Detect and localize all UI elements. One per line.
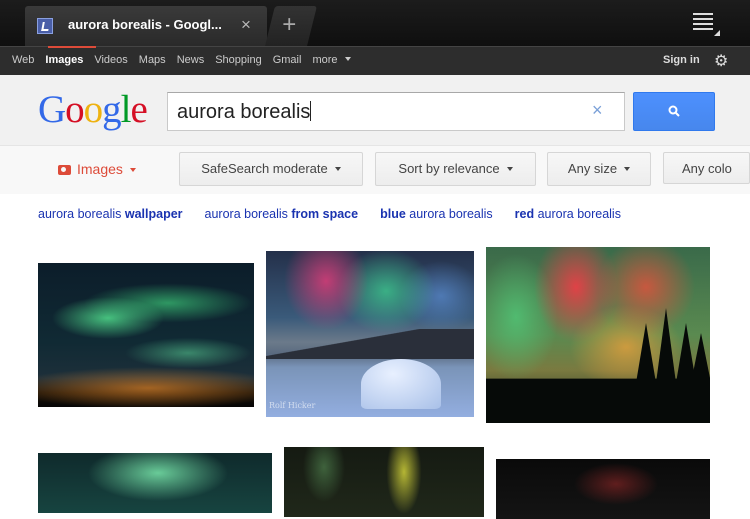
chevron-down-icon xyxy=(506,167,513,171)
gbar-link-web[interactable]: Web xyxy=(12,54,34,66)
chevron-down-icon xyxy=(334,167,341,171)
browser-menu-icon[interactable] xyxy=(693,13,713,30)
image-result-thumbnail[interactable] xyxy=(38,263,254,407)
igloo-shape xyxy=(361,359,441,409)
search-query-text: aurora borealis xyxy=(177,101,311,123)
google-logo[interactable]: Google xyxy=(38,87,148,132)
search-button[interactable] xyxy=(633,92,715,131)
browser-tab-strip: aurora borealis - Googl... × + xyxy=(0,0,750,46)
search-input[interactable]: aurora borealis × xyxy=(167,92,625,131)
new-tab-button[interactable]: + xyxy=(265,6,317,46)
image-result-thumbnail[interactable] xyxy=(284,447,484,517)
safesearch-dropdown[interactable]: SafeSearch moderate xyxy=(179,152,363,186)
mountain-silhouette xyxy=(266,329,474,359)
search-tools-bar: Images SafeSearch moderate Sort by relev… xyxy=(0,146,750,194)
browser-tab[interactable]: aurora borealis - Googl... × xyxy=(25,6,267,46)
gbar-link-images[interactable]: Images xyxy=(45,54,83,66)
gbar-link-more[interactable]: more xyxy=(312,54,351,66)
gbar-link-maps[interactable]: Maps xyxy=(139,54,166,66)
camera-icon xyxy=(58,165,71,175)
plus-icon: + xyxy=(282,11,297,38)
chevron-down-icon xyxy=(129,168,136,172)
related-search-link[interactable]: red aurora borealis xyxy=(515,207,621,221)
google-bar-nav: Web Images Videos Maps News Shopping Gma… xyxy=(12,46,351,66)
color-dropdown[interactable]: Any colo xyxy=(663,152,750,184)
clear-search-icon[interactable]: × xyxy=(592,100,603,121)
menu-corner-indicator xyxy=(714,30,720,36)
size-dropdown[interactable]: Any size xyxy=(547,152,651,186)
sign-in-link[interactable]: Sign in xyxy=(663,54,700,66)
search-icon xyxy=(668,105,680,117)
related-search-link[interactable]: blue aurora borealis xyxy=(380,207,493,221)
image-result-thumbnail[interactable] xyxy=(486,247,710,423)
gbar-link-news[interactable]: News xyxy=(177,54,205,66)
gbar-link-shopping[interactable]: Shopping xyxy=(215,54,262,66)
close-tab-icon[interactable]: × xyxy=(241,15,251,35)
google-bar: Web Images Videos Maps News Shopping Gma… xyxy=(0,46,750,75)
images-dropdown[interactable]: Images xyxy=(58,161,136,177)
related-search-link[interactable]: aurora borealis wallpaper xyxy=(38,207,183,221)
gbar-link-videos[interactable]: Videos xyxy=(94,54,127,66)
chevron-down-icon xyxy=(624,167,631,171)
related-searches: aurora borealis wallpaper aurora boreali… xyxy=(38,207,621,221)
image-result-thumbnail[interactable] xyxy=(38,453,272,513)
related-search-link[interactable]: aurora borealis from space xyxy=(205,207,359,221)
image-result-thumbnail[interactable] xyxy=(496,459,710,519)
search-header: Google aurora borealis × xyxy=(0,75,750,146)
active-indicator xyxy=(48,46,96,48)
gear-icon[interactable]: ⚙ xyxy=(714,51,728,71)
image-result-thumbnail[interactable]: Rolf Hicker xyxy=(266,251,474,417)
chevron-down-icon xyxy=(344,57,351,61)
sort-dropdown[interactable]: Sort by relevance xyxy=(375,152,536,186)
favicon-icon xyxy=(37,18,53,34)
tab-title: aurora borealis - Googl... xyxy=(68,17,222,32)
more-label: more xyxy=(312,54,338,66)
gbar-link-gmail[interactable]: Gmail xyxy=(273,54,302,66)
image-watermark: Rolf Hicker xyxy=(269,401,316,410)
